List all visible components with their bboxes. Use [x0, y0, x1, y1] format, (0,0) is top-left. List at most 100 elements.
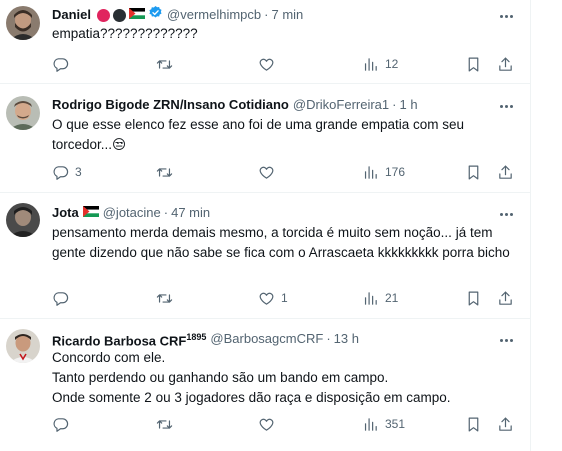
- tweet-rodrigo[interactable]: Rodrigo Bigode ZRN/Insano Cotidiano @Dri…: [0, 84, 530, 193]
- tweet-actions: 12: [52, 54, 518, 74]
- retweet-button[interactable]: [156, 288, 179, 308]
- bookmark-icon: [465, 164, 482, 181]
- views-count: 351: [385, 417, 406, 431]
- black-circle-emoji: [113, 8, 127, 22]
- retweet-button[interactable]: [156, 54, 179, 74]
- views-icon: [362, 164, 379, 181]
- timestamp[interactable]: 7 min: [271, 6, 303, 24]
- share-button[interactable]: [497, 288, 514, 308]
- column-border: [530, 0, 531, 451]
- share-button[interactable]: [497, 54, 514, 74]
- author-handle[interactable]: @jotacine: [103, 204, 161, 222]
- reply-icon: [52, 164, 69, 181]
- avatar[interactable]: [6, 96, 40, 130]
- like-button[interactable]: [258, 414, 281, 434]
- views-button[interactable]: 21: [362, 288, 398, 308]
- author-name[interactable]: Daniel: [52, 6, 91, 24]
- views-count: 12: [385, 57, 399, 71]
- like-button[interactable]: 1: [258, 288, 288, 308]
- author-name[interactable]: Rodrigo Bigode ZRN/Insano Cotidiano: [52, 96, 289, 114]
- timestamp[interactable]: 13 h: [334, 330, 359, 348]
- tweet-ricardo[interactable]: Ricardo Barbosa CRF1895 @BarbosagcmCRF ·…: [0, 319, 530, 451]
- tweet-header: Daniel @vermelhimpcb · 7 min: [52, 5, 303, 25]
- views-button[interactable]: 176: [362, 162, 405, 182]
- tweet-header: Ricardo Barbosa CRF1895 @BarbosagcmCRF ·…: [52, 330, 359, 348]
- bookmark-button[interactable]: [465, 162, 482, 182]
- more-icon[interactable]: [496, 332, 516, 348]
- more-icon[interactable]: [496, 98, 516, 114]
- share-icon: [497, 164, 514, 181]
- retweet-icon: [156, 56, 173, 73]
- reply-feed: Daniel @vermelhimpcb · 7 min empatia????…: [0, 0, 530, 451]
- tweet-text: O que esse elenco fez esse ano foi de um…: [52, 117, 465, 152]
- retweet-icon: [156, 164, 173, 181]
- reply-icon: [52, 290, 69, 307]
- author-name-superscript: 1895: [186, 331, 207, 342]
- bookmark-button[interactable]: [465, 288, 482, 308]
- reply-button[interactable]: 3: [52, 162, 82, 182]
- tweet-text: pensamento merda demais mesmo, a torcida…: [52, 225, 510, 260]
- avatar[interactable]: [6, 203, 40, 237]
- views-count: 21: [385, 291, 399, 305]
- views-button[interactable]: 12: [362, 54, 398, 74]
- bookmark-icon: [465, 290, 482, 307]
- views-count: 176: [385, 165, 406, 179]
- views-button[interactable]: 351: [362, 414, 405, 434]
- tweet-text: empatia?????????????: [52, 26, 198, 41]
- reply-button[interactable]: [52, 414, 75, 434]
- like-button[interactable]: [258, 54, 281, 74]
- tweet-actions: 351: [52, 414, 518, 434]
- timestamp[interactable]: 1 h: [400, 96, 418, 114]
- share-icon: [497, 416, 514, 433]
- retweet-button[interactable]: [156, 414, 179, 434]
- palestine-flag-icon: [82, 204, 99, 222]
- more-icon[interactable]: [496, 206, 516, 222]
- avatar[interactable]: [6, 329, 40, 363]
- author-handle[interactable]: @DrikoFerreira1: [293, 96, 389, 114]
- tweet-text: Concordo com ele. Tanto perdendo ou ganh…: [52, 348, 514, 408]
- retweet-icon: [156, 416, 173, 433]
- tweet-text-line: Tanto perdendo ou ganhando são um bando …: [52, 370, 389, 385]
- share-icon: [497, 56, 514, 73]
- tweet-header: Rodrigo Bigode ZRN/Insano Cotidiano @Dri…: [52, 96, 418, 114]
- views-icon: [362, 290, 379, 307]
- reply-icon: [52, 416, 69, 433]
- bookmark-icon: [465, 416, 482, 433]
- separator-dot: ·: [392, 97, 397, 112]
- verified-icon: [148, 5, 163, 25]
- reply-button[interactable]: [52, 54, 75, 74]
- separator-dot: ·: [326, 331, 331, 346]
- tweet-header: Jota @jotacine · 47 min: [52, 204, 210, 222]
- retweet-icon: [156, 290, 173, 307]
- share-button[interactable]: [497, 414, 514, 434]
- like-icon: [258, 416, 275, 433]
- reply-count: 3: [75, 165, 82, 179]
- like-icon: [258, 56, 275, 73]
- reply-icon: [52, 56, 69, 73]
- share-button[interactable]: [497, 162, 514, 182]
- author-name[interactable]: Jota: [52, 204, 79, 222]
- tweet-text-line: Concordo com ele.: [52, 350, 166, 365]
- timestamp[interactable]: 47 min: [171, 204, 210, 222]
- like-count: 1: [281, 291, 288, 305]
- retweet-button[interactable]: [156, 162, 179, 182]
- more-icon[interactable]: [496, 8, 516, 24]
- views-icon: [362, 56, 379, 73]
- bookmark-icon: [465, 56, 482, 73]
- tweet-daniel[interactable]: Daniel @vermelhimpcb · 7 min empatia????…: [0, 0, 530, 84]
- author-name[interactable]: Ricardo Barbosa CRF1895: [52, 328, 206, 350]
- bookmark-button[interactable]: [465, 54, 482, 74]
- tweet-jota[interactable]: Jota @jotacine · 47 min pensamento merda…: [0, 193, 530, 319]
- like-button[interactable]: [258, 162, 281, 182]
- bookmark-button[interactable]: [465, 414, 482, 434]
- tweet-actions: 3 176: [52, 162, 518, 182]
- like-icon: [258, 290, 275, 307]
- tweet-text-line: Onde somente 2 ou 3 jogadores dão raça e…: [52, 390, 451, 405]
- avatar[interactable]: [6, 6, 40, 40]
- author-handle[interactable]: @vermelhimpcb: [167, 6, 261, 24]
- separator-dot: ·: [264, 7, 269, 22]
- share-icon: [497, 290, 514, 307]
- reply-button[interactable]: [52, 288, 75, 308]
- views-icon: [362, 416, 379, 433]
- author-handle[interactable]: @BarbosagcmCRF: [210, 330, 323, 348]
